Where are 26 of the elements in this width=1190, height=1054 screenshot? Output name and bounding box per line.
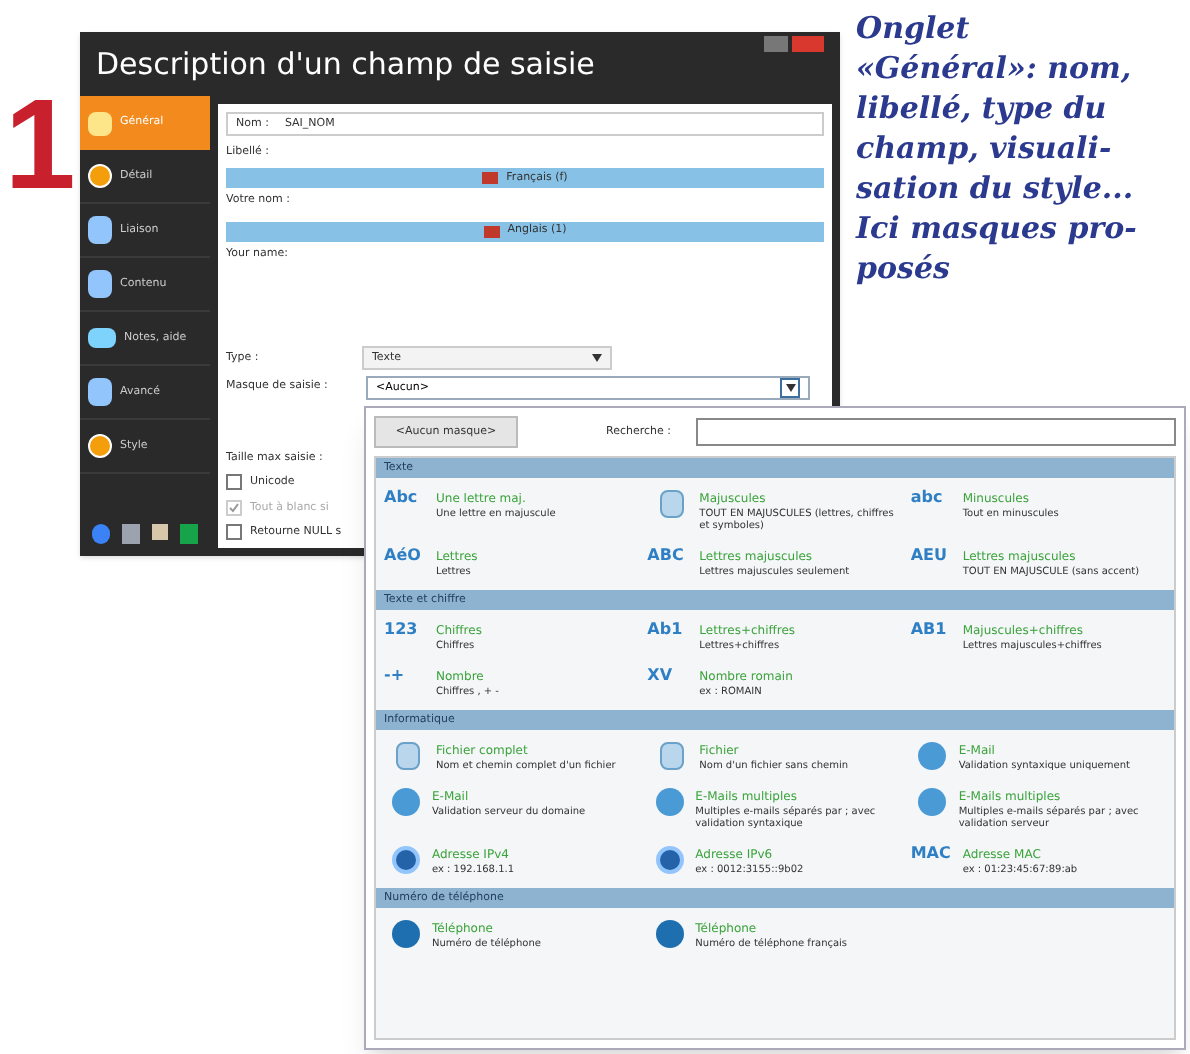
caption-text: Onglet «Général»: nom, libellé, type du champ, visuali-sation du style... Ici masques pro-posés [856,8,1139,288]
letters-icon: XV [647,668,696,684]
letters-icon: AéO [384,548,432,564]
letters-icon: -+ [384,668,432,684]
page-icon [88,216,112,244]
checkbox[interactable] [226,474,242,491]
checkbox[interactable] [226,523,242,540]
step-number: 1 [4,80,76,220]
page-icon [88,378,112,406]
letters-icon: 123 [384,622,432,638]
caret-icon [785,384,795,392]
letters-icon: MAC [910,846,959,862]
caret-icon [592,353,602,362]
window-title: Description d'un champ de saisie [96,43,595,86]
letters-icon: AB1 [910,622,959,638]
letters-icon: Abc [384,490,432,506]
dropdown-button[interactable] [780,378,800,398]
search-field[interactable] [695,418,1176,446]
letters-icon: AEU [910,548,959,564]
flag-icon [482,172,499,185]
page-icon [88,270,112,298]
letters-icon: ABC [647,548,696,564]
page-icon[interactable] [121,524,139,544]
letters-icon: abc [910,490,959,506]
flag-icon [483,225,500,237]
letters-icon: Ab1 [647,622,696,638]
